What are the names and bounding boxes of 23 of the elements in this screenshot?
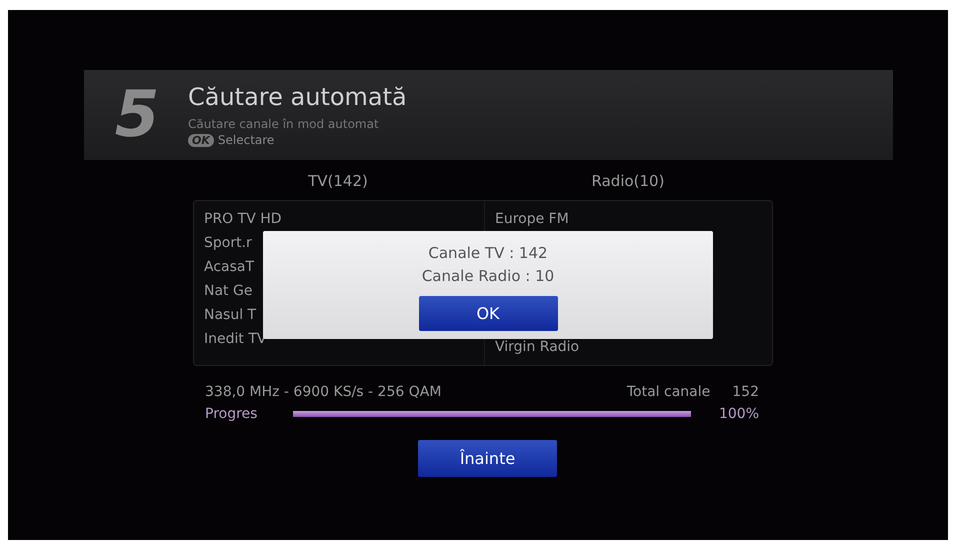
channel-name: Nasul T xyxy=(204,307,258,323)
channel-name: Virgin Radio xyxy=(495,339,580,355)
dialog-text: Canale TV : 142 xyxy=(428,243,548,264)
ok-key-badge: OK xyxy=(188,134,214,146)
total-label: Total canale xyxy=(626,384,710,400)
ok-button[interactable]: OK xyxy=(418,296,558,331)
channel-name: AcasaT xyxy=(204,259,256,275)
hint-label: Selectare xyxy=(218,133,274,147)
progress-label: Progres xyxy=(205,406,258,422)
frequency-text: 338,0 MHz - 6900 KS/s - 256 QAM xyxy=(205,384,442,400)
channel-name: PRO TV HD xyxy=(204,211,283,227)
channel-name: Europe FM xyxy=(495,211,570,227)
screen-subtitle: Căutare canale în mod automat xyxy=(188,117,380,131)
column-heading: Radio(10) xyxy=(590,172,666,192)
channel-name: Nat Ge xyxy=(204,283,254,299)
dialog-text: Canale Radio : 10 xyxy=(422,266,554,287)
step-number: 5 xyxy=(114,78,160,152)
next-button[interactable]: Înainte xyxy=(418,440,557,477)
total-value: 152 xyxy=(732,384,759,400)
column-heading: TV(142) xyxy=(307,172,369,192)
channel-name: Sport.r xyxy=(204,235,253,251)
progress-percent: 100% xyxy=(718,406,759,422)
screen-title: Căutare automată xyxy=(188,83,407,111)
